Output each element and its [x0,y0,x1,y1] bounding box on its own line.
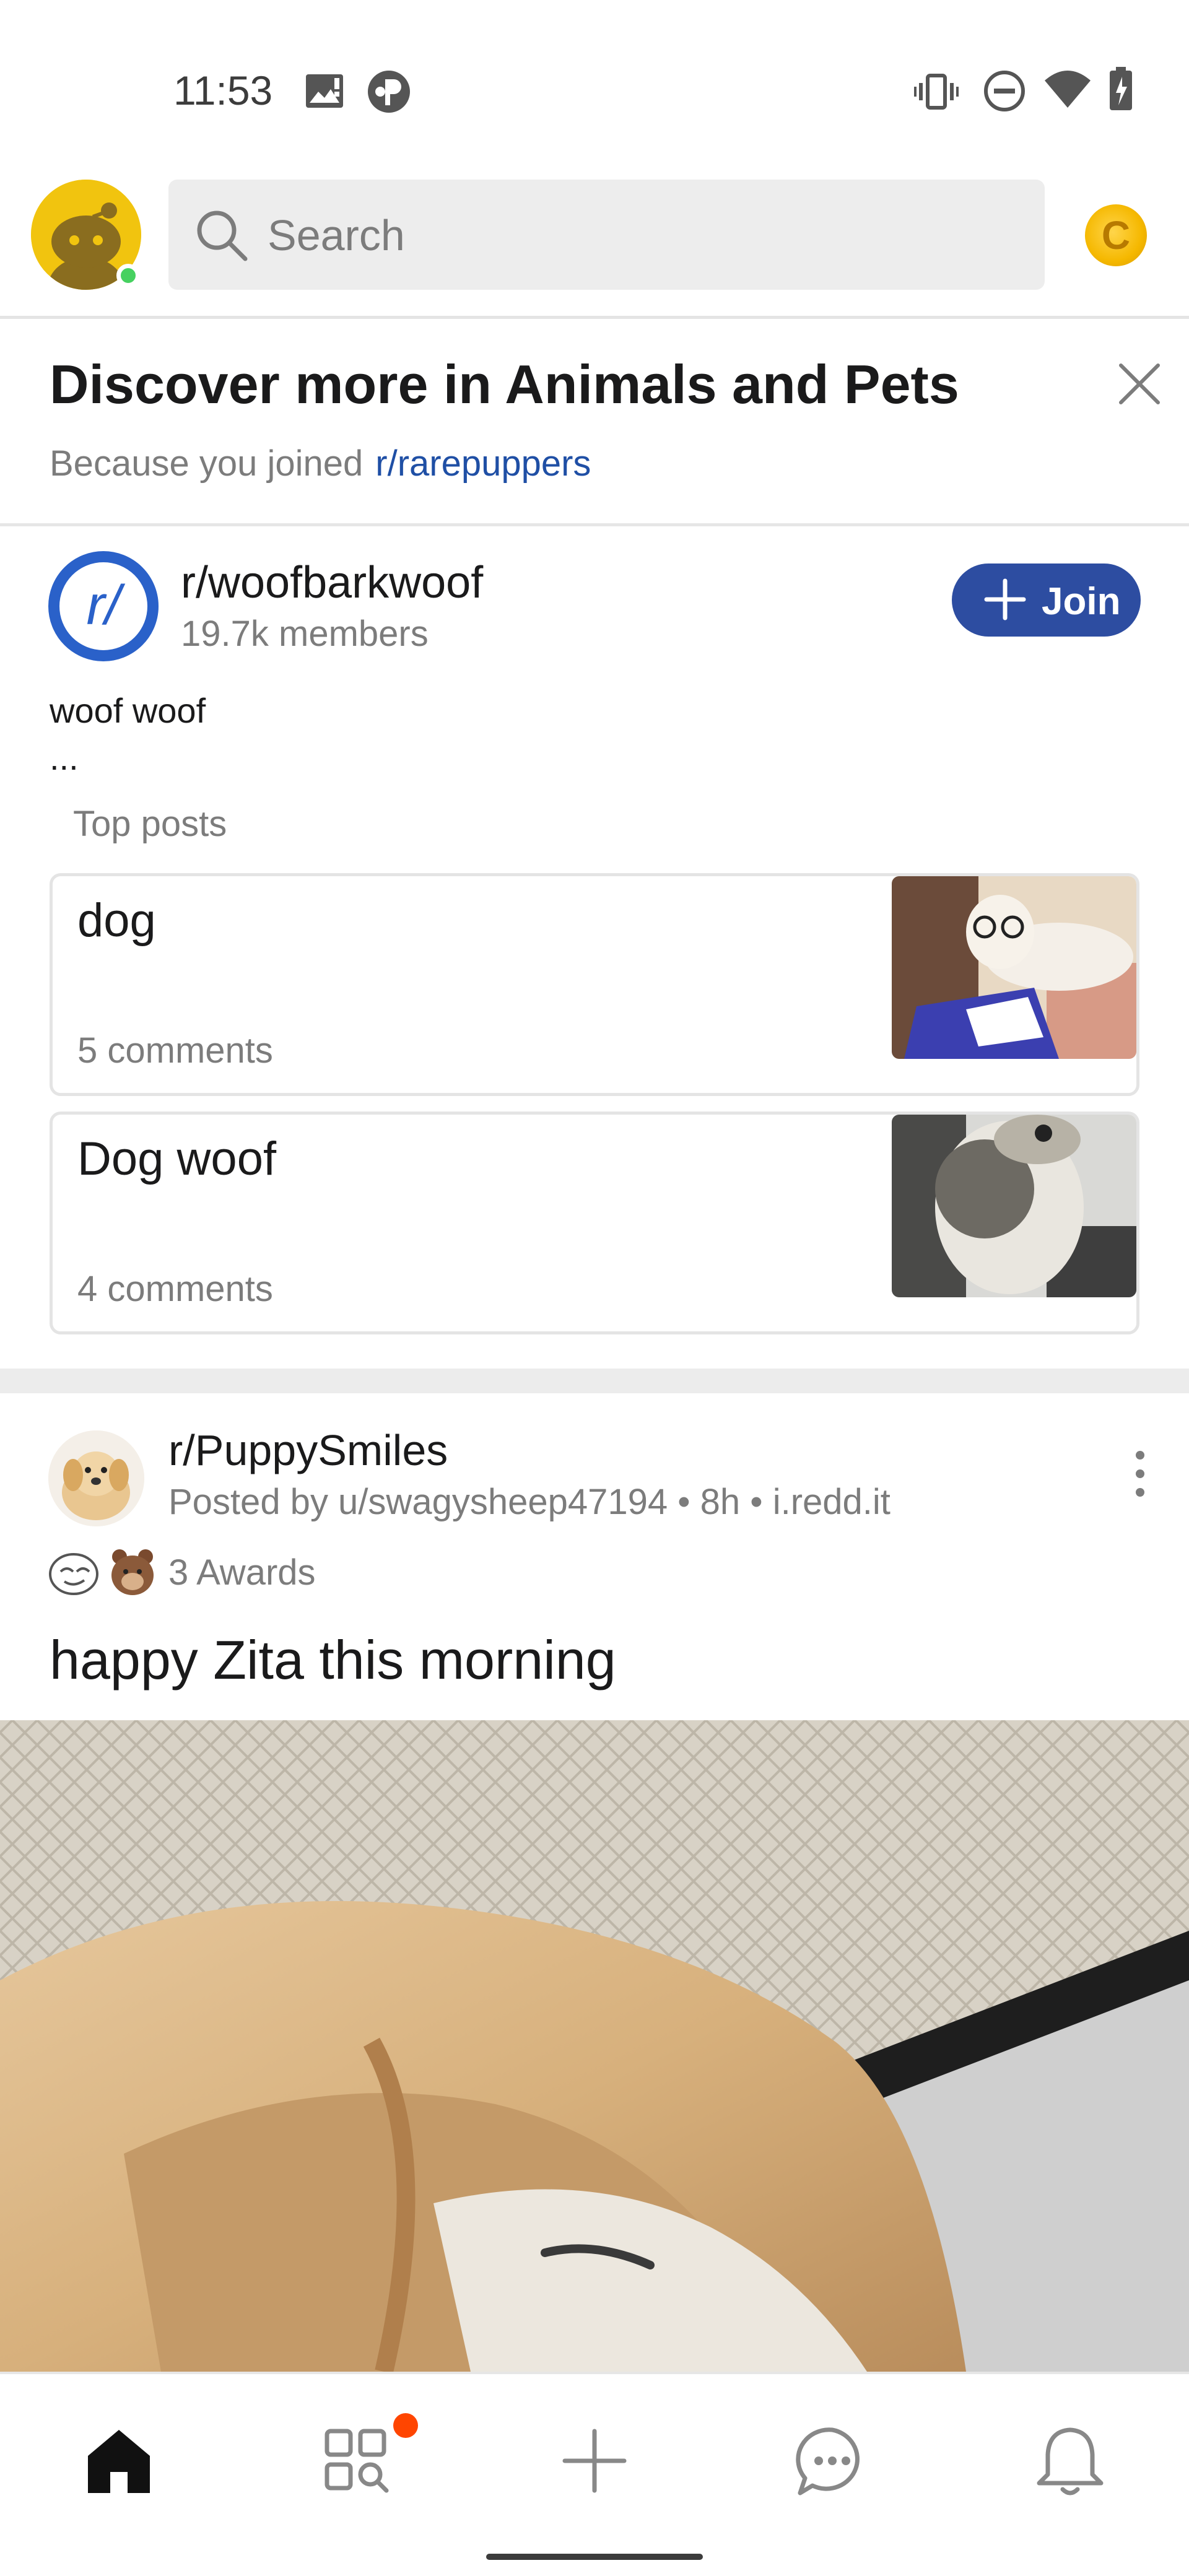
join-button-label: Join [1042,580,1121,623]
discover-reason: Because you joined r/rarepuppers [50,443,591,484]
search-bar[interactable]: Search [168,180,1045,290]
status-time: 11:53 [173,67,273,113]
vibrate-icon [914,74,959,110]
status-bar: 11:53 [0,0,1189,155]
app-notification-icon [368,71,410,113]
top-post-thumbnail [892,1115,1136,1297]
top-app-bar: Search C [0,155,1189,319]
screenshot-notification-icon [306,74,343,108]
top-post-card[interactable]: Dog woof 4 comments [50,1112,1139,1334]
post-meta: Posted by u/swagysheep47194 • 8h • i.red… [168,1482,891,1522]
join-button[interactable]: Join [952,564,1141,637]
subreddit-avatar[interactable] [48,1430,144,1526]
discover-banner: Discover more in Animals and Pets Becaus… [0,319,1189,526]
discover-title: Discover more in Animals and Pets [50,354,959,415]
award-icon [49,1553,98,1595]
award-icon [111,1549,154,1595]
search-icon [197,211,248,261]
top-post-thumbnail [892,876,1136,1059]
joined-subreddit-link[interactable]: r/rarepuppers [375,443,591,484]
wifi-icon [1045,71,1091,108]
plus-icon [984,578,1026,620]
top-post-card[interactable]: dog 5 comments [50,873,1139,1096]
top-post-comments: 5 comments [77,1030,273,1071]
notifications-icon[interactable] [1027,2417,1113,2504]
discover-icon[interactable] [313,2417,400,2504]
discover-reason-text: Because you joined [50,443,364,484]
reddit-home-screen: 11:53 Search C Discover more in Animals … [0,0,1189,2576]
community-description-more[interactable]: ... [50,734,206,781]
community-description-text: woof woof [50,691,206,730]
top-post-comments: 4 comments [77,1269,273,1309]
top-post-title: dog [77,894,156,947]
post-awards-count[interactable]: 3 Awards [168,1552,316,1593]
puppy-avatar-icon [48,1430,144,1526]
coins-button[interactable]: C [1085,204,1147,266]
feed-post[interactable]: r/PuppySmiles Posted by u/swagysheep4719… [0,1393,1189,2372]
do-not-disturb-icon [984,71,1025,111]
community-members: 19.7k members [181,614,429,654]
chat-icon[interactable] [789,2417,876,2504]
section-divider [0,1368,1189,1393]
community-description: woof woof ... [50,687,206,781]
post-subreddit[interactable]: r/PuppySmiles [168,1425,448,1475]
subreddit-logo-icon: r/ [86,575,121,637]
notification-badge [393,2413,418,2438]
close-icon[interactable] [1115,359,1164,409]
gesture-navigation-bar [486,2554,703,2560]
bottom-navigation [0,2372,1189,2576]
create-post-icon[interactable] [551,2417,638,2504]
top-post-title: Dog woof [77,1133,277,1185]
community-card: r/ r/woofbarkwoof 19.7k members Join woo… [0,529,1189,1368]
home-icon[interactable] [76,2417,162,2504]
battery-charging-icon [1110,67,1132,110]
post-image[interactable] [0,1720,1189,2372]
more-options-icon[interactable] [1133,1449,1147,1499]
top-posts-label: Top posts [73,804,227,844]
online-status-indicator [116,264,140,287]
search-placeholder: Search [268,211,405,259]
community-name[interactable]: r/woofbarkwoof [181,557,483,608]
post-title[interactable]: happy Zita this morning [50,1629,616,1692]
coin-icon: C [1101,213,1131,258]
community-icon[interactable]: r/ [48,551,159,661]
